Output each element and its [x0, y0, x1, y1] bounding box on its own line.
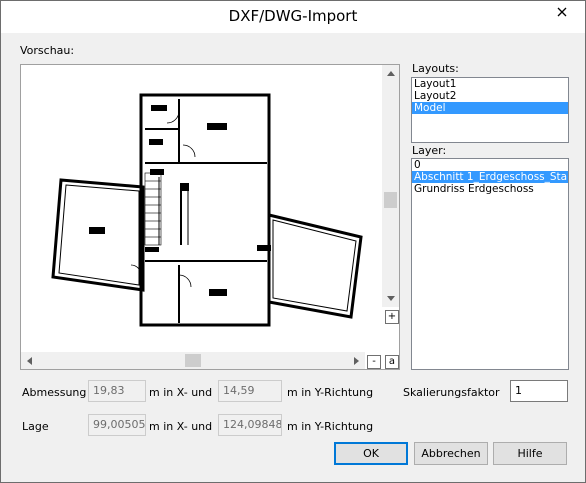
layer-list[interactable]: 0 Abschnitt 1_Erdgeschoss_Stand Grundris… [411, 158, 569, 370]
scroll-right-arrow[interactable] [348, 352, 365, 369]
abmessung-x-field: 19,83 [88, 380, 146, 402]
layouts-label: Layouts: [412, 62, 459, 75]
cancel-button[interactable]: Abbrechen [414, 442, 488, 465]
scale-input[interactable]: 1 [510, 380, 568, 402]
lage-y-field: 124,09848 [218, 414, 282, 436]
lage-label: Lage [22, 420, 49, 433]
preview-vertical-scrollbar[interactable] [382, 65, 399, 307]
scroll-down-arrow[interactable] [382, 290, 399, 307]
abmessung-x-unit: m in X- und [149, 386, 213, 399]
zoom-in-button[interactable]: + [385, 310, 399, 324]
floorplan-drawing [51, 93, 363, 327]
lage-x-field: 99,005057 [88, 414, 146, 436]
close-icon [557, 7, 567, 17]
list-item[interactable]: Abschnitt 1_Erdgeschoss_Stand [412, 171, 568, 183]
chevron-right-icon [354, 356, 359, 365]
title-bar: DXF/DWG-Import [1, 1, 585, 33]
dxf-import-dialog: DXF/DWG-Import Vorschau: + - a Layouts: … [0, 0, 586, 483]
abmessung-y-unit: m in Y-Richtung [287, 386, 374, 399]
vertical-scroll-thumb[interactable] [384, 192, 397, 208]
zoom-auto-button[interactable]: a [385, 355, 399, 369]
list-item[interactable]: Grundriss Erdgeschoss [412, 183, 568, 195]
scroll-left-arrow[interactable] [21, 352, 38, 369]
zoom-out-button[interactable]: - [367, 355, 381, 369]
preview-horizontal-scrollbar[interactable] [21, 352, 365, 369]
list-item[interactable]: Layout2 [412, 90, 568, 102]
lage-x-unit: m in X- und [149, 420, 213, 433]
abmessung-y-field: 14,59 [218, 380, 282, 402]
help-button[interactable]: Hilfe [493, 442, 567, 465]
preview-canvas[interactable] [20, 64, 400, 370]
scale-label: Skalierungsfaktor [403, 386, 500, 399]
scroll-up-arrow[interactable] [382, 65, 399, 82]
chevron-down-icon [386, 296, 395, 301]
layer-label: Layer: [412, 144, 447, 157]
preview-label: Vorschau: [20, 44, 75, 57]
lage-y-unit: m in Y-Richtung [287, 420, 374, 433]
list-item[interactable]: Model [412, 102, 568, 114]
horizontal-scroll-thumb[interactable] [185, 354, 201, 367]
chevron-left-icon [27, 356, 32, 365]
ok-button[interactable]: OK [334, 442, 408, 465]
layouts-list[interactable]: Layout1 Layout2 Model [411, 77, 569, 143]
list-item[interactable]: 0 [412, 159, 568, 171]
list-item[interactable]: Layout1 [412, 78, 568, 90]
abmessung-label: Abmessung [22, 386, 87, 399]
close-button[interactable] [547, 1, 577, 23]
chevron-up-icon [386, 71, 395, 76]
window-title: DXF/DWG-Import [228, 7, 358, 25]
